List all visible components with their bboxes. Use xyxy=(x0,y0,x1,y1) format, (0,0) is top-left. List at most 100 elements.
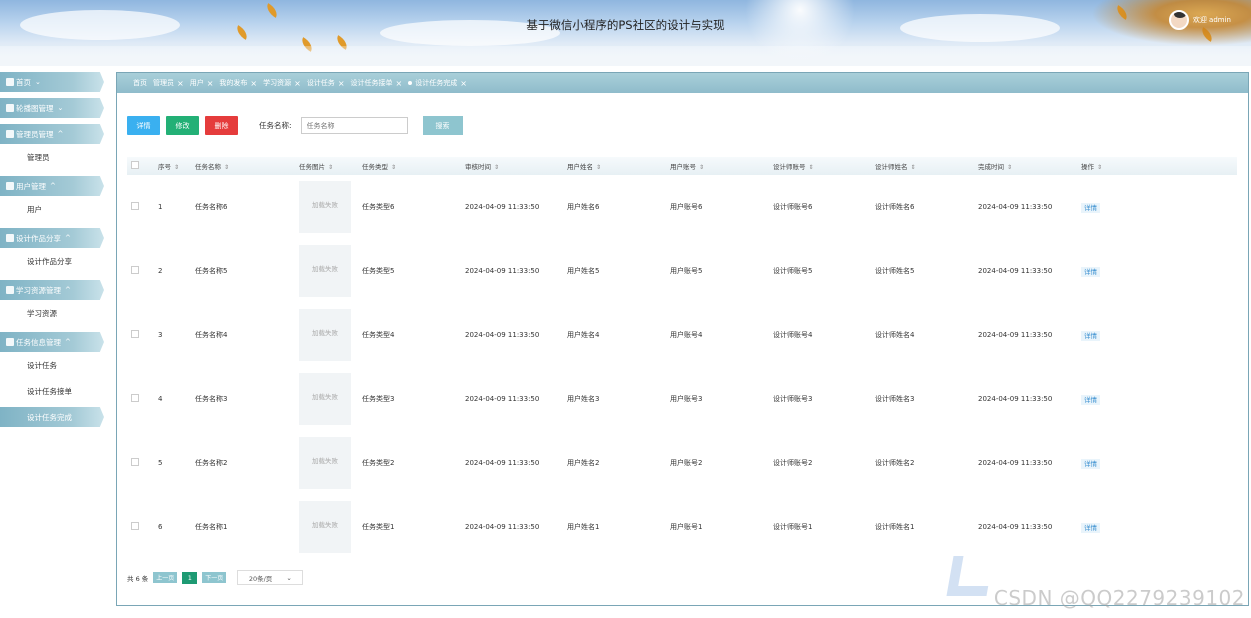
page-size-value: 20条/页 xyxy=(248,574,273,583)
menu-carousel[interactable]: 轮播图管理 ⌄ xyxy=(0,98,104,118)
row-detail-button[interactable]: 详情 xyxy=(1081,459,1100,469)
menu-user[interactable]: 用户管理 ^ xyxy=(0,176,104,196)
column-header[interactable]: 任务名称 ⇕ xyxy=(195,157,299,175)
sort-icon[interactable]: ⇕ xyxy=(494,164,499,171)
column-header[interactable]: 审核时间 ⇕ xyxy=(465,157,567,175)
cell-user-name: 用户姓名3 xyxy=(567,395,600,403)
search-input[interactable] xyxy=(300,117,408,134)
image-fail-text: 加载失败 xyxy=(312,393,338,401)
row-detail-button[interactable]: 详情 xyxy=(1081,395,1100,405)
cell-finish-time: 2024-04-09 11:33:50 xyxy=(978,203,1053,211)
watermark-logo xyxy=(946,556,994,596)
tab-home[interactable]: 首页 xyxy=(133,78,147,88)
sort-icon[interactable]: ⇕ xyxy=(809,164,814,171)
cell-task-name: 任务名称4 xyxy=(195,331,228,339)
welcome-text: 欢迎 admin xyxy=(1192,16,1231,24)
edit-button[interactable]: 修改 xyxy=(166,116,199,135)
cell-designer-name: 设计师姓名3 xyxy=(875,395,915,403)
image-fail-text: 加载失败 xyxy=(312,457,338,465)
tab-task-complete[interactable]: 设计任务完成 × xyxy=(408,78,467,88)
close-icon[interactable]: × xyxy=(338,79,345,88)
close-icon[interactable]: × xyxy=(177,79,184,88)
sidebar-item-works[interactable]: 设计作品分享 xyxy=(0,248,110,274)
cell-designer-name: 设计师姓名4 xyxy=(875,331,915,339)
menu-admin[interactable]: 管理员管理 ^ xyxy=(0,124,104,144)
next-page-button[interactable]: 下一页 xyxy=(202,572,227,583)
cell-task-type: 任务类型1 xyxy=(362,523,395,531)
search-button[interactable]: 搜索 xyxy=(422,116,463,135)
sidebar-item-design-task[interactable]: 设计任务 xyxy=(0,352,110,378)
table-row[interactable]: 2 任务名称5 加载失败 任务类型5 2024-04-09 11:33:50 用户姓名5 用… xyxy=(127,239,1237,303)
table-row[interactable]: 3 任务名称4 加载失败 任务类型4 2024-04-09 11:33:50 用户姓名4 用… xyxy=(127,303,1237,367)
select-all-checkbox[interactable] xyxy=(131,161,139,169)
column-header[interactable]: 设计师姓名 ⇕ xyxy=(875,157,978,175)
row-checkbox[interactable] xyxy=(131,266,139,274)
cell-user-name: 用户姓名1 xyxy=(567,523,600,531)
row-detail-button[interactable]: 详情 xyxy=(1081,331,1100,341)
row-checkbox[interactable] xyxy=(131,202,139,210)
menu-works[interactable]: 设计作品分享 ^ xyxy=(0,228,104,248)
delete-button[interactable]: 删除 xyxy=(205,116,238,135)
close-icon[interactable]: × xyxy=(396,79,403,88)
sidebar-item-user[interactable]: 用户 xyxy=(0,196,110,222)
page-size-select[interactable]: 20条/页 ⌄ xyxy=(237,570,304,585)
table-row[interactable]: 6 任务名称1 加载失败 任务类型1 2024-04-09 11:33:50 用户姓名1 用… xyxy=(127,495,1237,559)
cell-finish-time: 2024-04-09 11:33:50 xyxy=(978,395,1053,403)
menu-tasks[interactable]: 任务信息管理 ^ xyxy=(0,332,104,352)
column-header[interactable]: 任务类型 ⇕ xyxy=(362,157,465,175)
sort-icon[interactable]: ⇕ xyxy=(328,164,333,171)
close-icon[interactable]: × xyxy=(250,79,257,88)
column-header[interactable]: 任务图片 ⇕ xyxy=(299,157,362,175)
tab-task-accept[interactable]: 设计任务接单 × xyxy=(351,78,403,88)
avatar[interactable] xyxy=(1168,10,1189,30)
column-header[interactable]: 完成时间 ⇕ xyxy=(978,157,1081,175)
column-header[interactable]: 序号 ⇕ xyxy=(158,157,195,175)
sort-icon[interactable]: ⇕ xyxy=(391,164,396,171)
row-detail-button[interactable]: 详情 xyxy=(1081,203,1100,213)
table-row[interactable]: 5 任务名称2 加载失败 任务类型2 2024-04-09 11:33:50 用户姓名2 用… xyxy=(127,431,1237,495)
page-number[interactable]: 1 xyxy=(182,571,198,584)
column-header[interactable]: 设计师账号 ⇕ xyxy=(773,157,875,175)
row-detail-button[interactable]: 详情 xyxy=(1081,523,1100,533)
detail-button[interactable]: 详情 xyxy=(127,116,160,135)
row-checkbox[interactable] xyxy=(131,330,139,338)
sidebar-item-admin[interactable]: 管理员 xyxy=(0,144,110,170)
tab-my-publish[interactable]: 我的发布 × xyxy=(219,78,257,88)
sort-icon[interactable]: ⇕ xyxy=(911,164,916,171)
column-header[interactable]: 用户账号 ⇕ xyxy=(670,157,773,175)
sort-icon[interactable]: ⇕ xyxy=(596,164,601,171)
row-detail-button[interactable]: 详情 xyxy=(1081,267,1100,277)
chevron-up-icon: ^ xyxy=(65,338,71,346)
row-checkbox[interactable] xyxy=(131,394,139,402)
sidebar-item-task-accept[interactable]: 设计任务接单 xyxy=(0,378,110,404)
sort-icon[interactable]: ⇕ xyxy=(224,164,229,171)
cell-user-account: 用户账号2 xyxy=(670,459,703,467)
carousel-icon xyxy=(6,104,14,112)
menu-resources[interactable]: 学习资源管理 ^ xyxy=(0,280,104,300)
close-icon[interactable]: × xyxy=(460,79,467,88)
close-icon[interactable]: × xyxy=(207,79,214,88)
sidebar-item-resources[interactable]: 学习资源 xyxy=(0,300,110,326)
row-checkbox[interactable] xyxy=(131,458,139,466)
prev-page-button[interactable]: 上一页 xyxy=(153,572,178,583)
menu-home[interactable]: 首页 ⌄ xyxy=(0,72,104,92)
tab-admin[interactable]: 管理员 × xyxy=(153,78,184,88)
sort-icon[interactable]: ⇕ xyxy=(1097,164,1102,171)
column-header[interactable]: 用户姓名 ⇕ xyxy=(567,157,670,175)
table-row[interactable]: 1 任务名称6 加载失败 任务类型6 2024-04-09 11:33:50 用户姓名6 用… xyxy=(127,175,1237,239)
cell-designer-account: 设计师账号6 xyxy=(773,203,813,211)
sidebar-item-task-complete[interactable]: 设计任务完成 xyxy=(0,407,104,427)
tab-resources[interactable]: 学习资源 × xyxy=(263,78,301,88)
user-menu[interactable]: 欢迎 admin xyxy=(1168,10,1231,30)
tab-design-task[interactable]: 设计任务 × xyxy=(307,78,345,88)
sort-icon[interactable]: ⇕ xyxy=(1007,164,1012,171)
sort-icon[interactable]: ⇕ xyxy=(699,164,704,171)
cell-review-time: 2024-04-09 11:33:50 xyxy=(465,331,540,339)
tab-user[interactable]: 用户 × xyxy=(190,78,214,88)
table-row[interactable]: 4 任务名称3 加载失败 任务类型3 2024-04-09 11:33:50 用户姓名3 用… xyxy=(127,367,1237,431)
row-checkbox[interactable] xyxy=(131,522,139,530)
sort-icon[interactable]: ⇕ xyxy=(174,164,179,171)
cell-no: 6 xyxy=(158,523,163,531)
close-icon[interactable]: × xyxy=(294,79,301,88)
menu-label: 用户管理 xyxy=(16,181,46,191)
